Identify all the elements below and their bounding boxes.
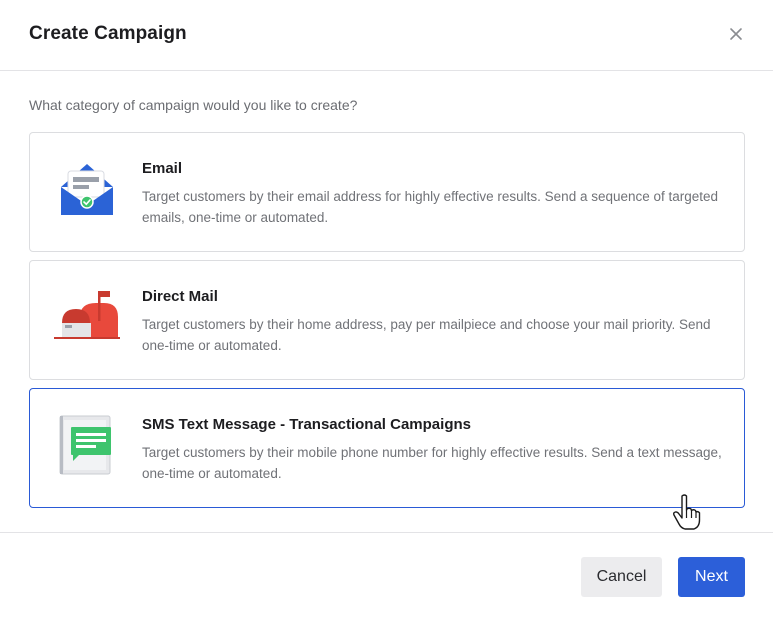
close-button[interactable] xyxy=(726,24,746,44)
footer-divider xyxy=(0,532,773,533)
close-icon xyxy=(730,28,742,40)
option-direct-mail-title: Direct Mail xyxy=(142,288,218,305)
option-email-description: Target customers by their email address … xyxy=(142,189,719,225)
dialog-header: Create Campaign xyxy=(0,0,773,71)
option-direct-mail-card[interactable]: Direct Mail Target customers by their ho… xyxy=(29,260,745,380)
option-email-title: Email xyxy=(142,160,183,177)
option-sms-description: Target customers by their mobile phone n… xyxy=(142,445,722,481)
mailbox-icon xyxy=(52,285,122,351)
option-email-card[interactable]: Email Target customers by their email ad… xyxy=(29,132,745,252)
category-prompt: What category of campaign would you like… xyxy=(29,97,358,113)
option-sms-card[interactable]: SMS Text Message - Transactional Campaig… xyxy=(29,388,745,508)
next-button[interactable]: Next xyxy=(678,557,745,597)
dialog-title: Create Campaign xyxy=(29,23,187,44)
email-envelope-icon xyxy=(52,157,122,223)
sms-message-icon xyxy=(52,413,122,479)
option-direct-mail-description: Target customers by their home address, … xyxy=(142,317,711,353)
option-sms-title: SMS Text Message - Transactional Campaig… xyxy=(142,416,471,433)
create-campaign-dialog: Create Campaign What category of campaig… xyxy=(0,0,773,618)
cancel-button[interactable]: Cancel xyxy=(581,557,662,597)
